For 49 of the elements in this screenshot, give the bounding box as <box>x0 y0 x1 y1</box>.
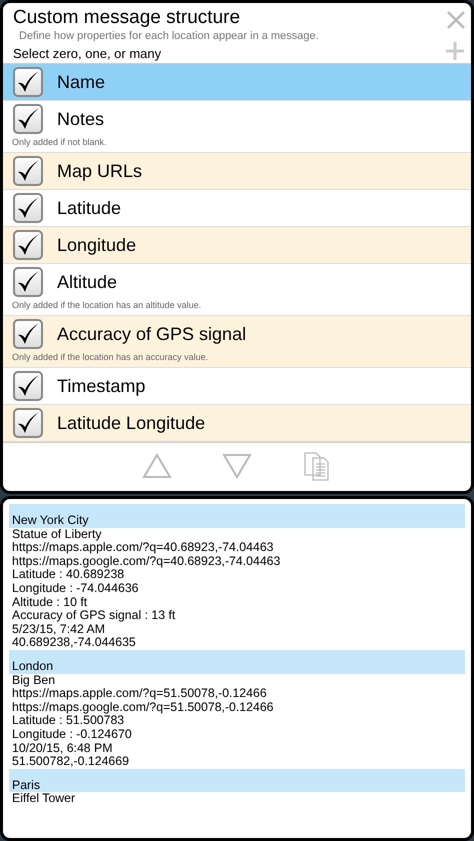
dialog-title: Custom message structure <box>13 7 242 29</box>
property-label: Map URLs <box>57 160 142 182</box>
property-label: Notes <box>57 108 104 130</box>
message-line: 51.500782,-0.124669 <box>11 755 130 769</box>
message-line: 40.689238,-74.044635 <box>11 636 137 650</box>
checkbox[interactable] <box>13 319 43 349</box>
message-line: Big Ben <box>11 674 56 688</box>
location-name: New York City <box>9 504 465 528</box>
message-line: https://maps.apple.com/?q=51.50078,-0.12466 <box>11 687 268 701</box>
message-line: https://maps.google.com/?q=40.68923,-74.04463 <box>11 554 282 568</box>
checkbox[interactable] <box>13 267 43 297</box>
checkbox[interactable] <box>13 408 43 438</box>
property-label: Name <box>57 72 106 92</box>
instruction-text: Select zero, one, or many <box>13 46 162 61</box>
message-line: Latitude : 51.500783 <box>11 714 124 728</box>
checkbox[interactable] <box>13 156 43 186</box>
checkbox[interactable] <box>13 193 43 223</box>
message-line: Eiffel Tower <box>11 792 76 806</box>
property-row[interactable]: Accuracy of GPS signal Only added if the location has an accuracy value. <box>3 316 471 368</box>
location-name: London <box>9 650 465 674</box>
property-label: Longitude <box>57 234 136 256</box>
message-line: Accuracy of GPS signal : 13 ft <box>11 609 176 623</box>
property-note: Only added if the location has an altitude value. <box>11 300 202 312</box>
message-line: 10/20/15, 6:48 PM <box>11 742 114 756</box>
property-label: Latitude Longitude <box>57 412 206 434</box>
property-label: Timestamp <box>57 376 146 396</box>
message-line: 5/23/15, 7:42 AM <box>11 622 106 636</box>
dialog-subtitle: Define how properties for each location appear in a message. <box>19 30 320 42</box>
checkbox[interactable] <box>13 371 43 401</box>
message-line: Statue of Liberty <box>11 528 103 542</box>
checkbox[interactable] <box>13 67 43 97</box>
message-line: https://maps.google.com/?q=51.50078,-0.12466 <box>11 700 274 714</box>
location-name: Paris <box>9 768 465 792</box>
property-label: Altitude <box>57 272 118 292</box>
message-line: Altitude : 10 ft <box>11 596 88 610</box>
property-note: Only added if the location has an accuracy value. <box>11 352 210 364</box>
property-row[interactable]: Latitude Longitude <box>3 405 471 442</box>
checkbox[interactable] <box>13 104 43 134</box>
message-line: Latitude : 40.689238 <box>11 568 124 582</box>
message-line: https://maps.apple.com/?q=40.68923,-74.04463 <box>11 541 274 555</box>
property-row[interactable]: Name <box>3 64 471 101</box>
message-line: Longitude : -74.044636 <box>11 582 140 596</box>
property-label: Latitude <box>57 198 122 218</box>
property-row[interactable]: Longitude <box>3 227 471 264</box>
message-line: Longitude : -0.124670 <box>11 728 133 742</box>
property-row[interactable]: Map URLs <box>3 153 471 190</box>
checkbox[interactable] <box>13 230 43 260</box>
property-note: Only added if not blank. <box>11 137 108 149</box>
property-label: Accuracy of GPS signal <box>57 324 246 344</box>
